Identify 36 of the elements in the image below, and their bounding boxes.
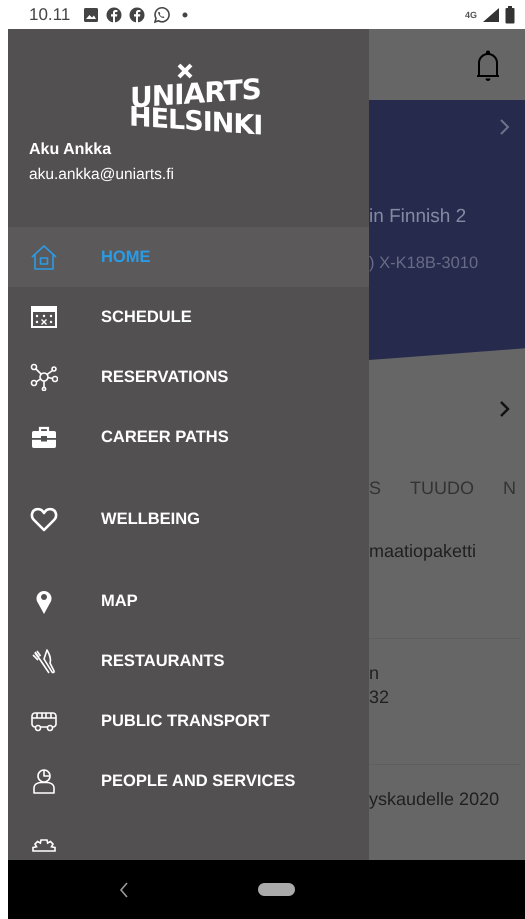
user-email: aku.ankka@uniarts.fi: [29, 166, 175, 184]
menu-item[interactable]: PEOPLE AND SERVICES: [8, 751, 369, 811]
list-text: maatiopaketti: [369, 540, 478, 563]
list-text: 32: [369, 686, 390, 709]
user-name: Aku Ankka: [29, 141, 112, 159]
card-title: in Finnish 2: [369, 206, 468, 228]
chevron-right-icon: [499, 400, 511, 418]
calendar-icon: [30, 303, 58, 331]
list-text: n: [369, 662, 380, 685]
signal-icon: [482, 6, 500, 22]
dot-icon: [182, 12, 188, 18]
menu-item[interactable]: MAP: [8, 571, 369, 631]
fork-and-knife-icon: [30, 647, 58, 675]
home-icon: [30, 243, 58, 271]
battery-icon: [505, 6, 515, 24]
person-icon: [30, 767, 58, 795]
menu-item[interactable]: SCHEDULE: [8, 287, 369, 347]
clock-time: 10.11: [29, 4, 70, 24]
menu-item[interactable]: PUBLIC TRANSPORT: [8, 691, 369, 751]
menu-item[interactable]: RESERVATIONS: [8, 347, 369, 407]
cross-mark-icon: [176, 63, 193, 79]
whatsapp-icon: [152, 6, 170, 24]
card-code: ) X-K18B-3010: [369, 254, 480, 273]
menu-item[interactable]: CAREER PATHS: [8, 407, 369, 467]
network-type: 4G: [464, 10, 477, 20]
menu-item[interactable]: WELLBEING: [8, 467, 369, 571]
chevron-right-icon: [499, 118, 511, 136]
facebook-icon: [129, 6, 146, 22]
list-text: yskaudelle 2020: [369, 788, 500, 811]
image-icon: [83, 6, 100, 22]
heart-icon: [30, 505, 58, 533]
menu-item[interactable]: RESTAURANTS: [8, 631, 369, 691]
back-icon[interactable]: [118, 880, 130, 898]
home-pill[interactable]: [258, 883, 295, 896]
network-nodes-icon: [30, 363, 58, 391]
facebook-icon: [106, 6, 122, 22]
